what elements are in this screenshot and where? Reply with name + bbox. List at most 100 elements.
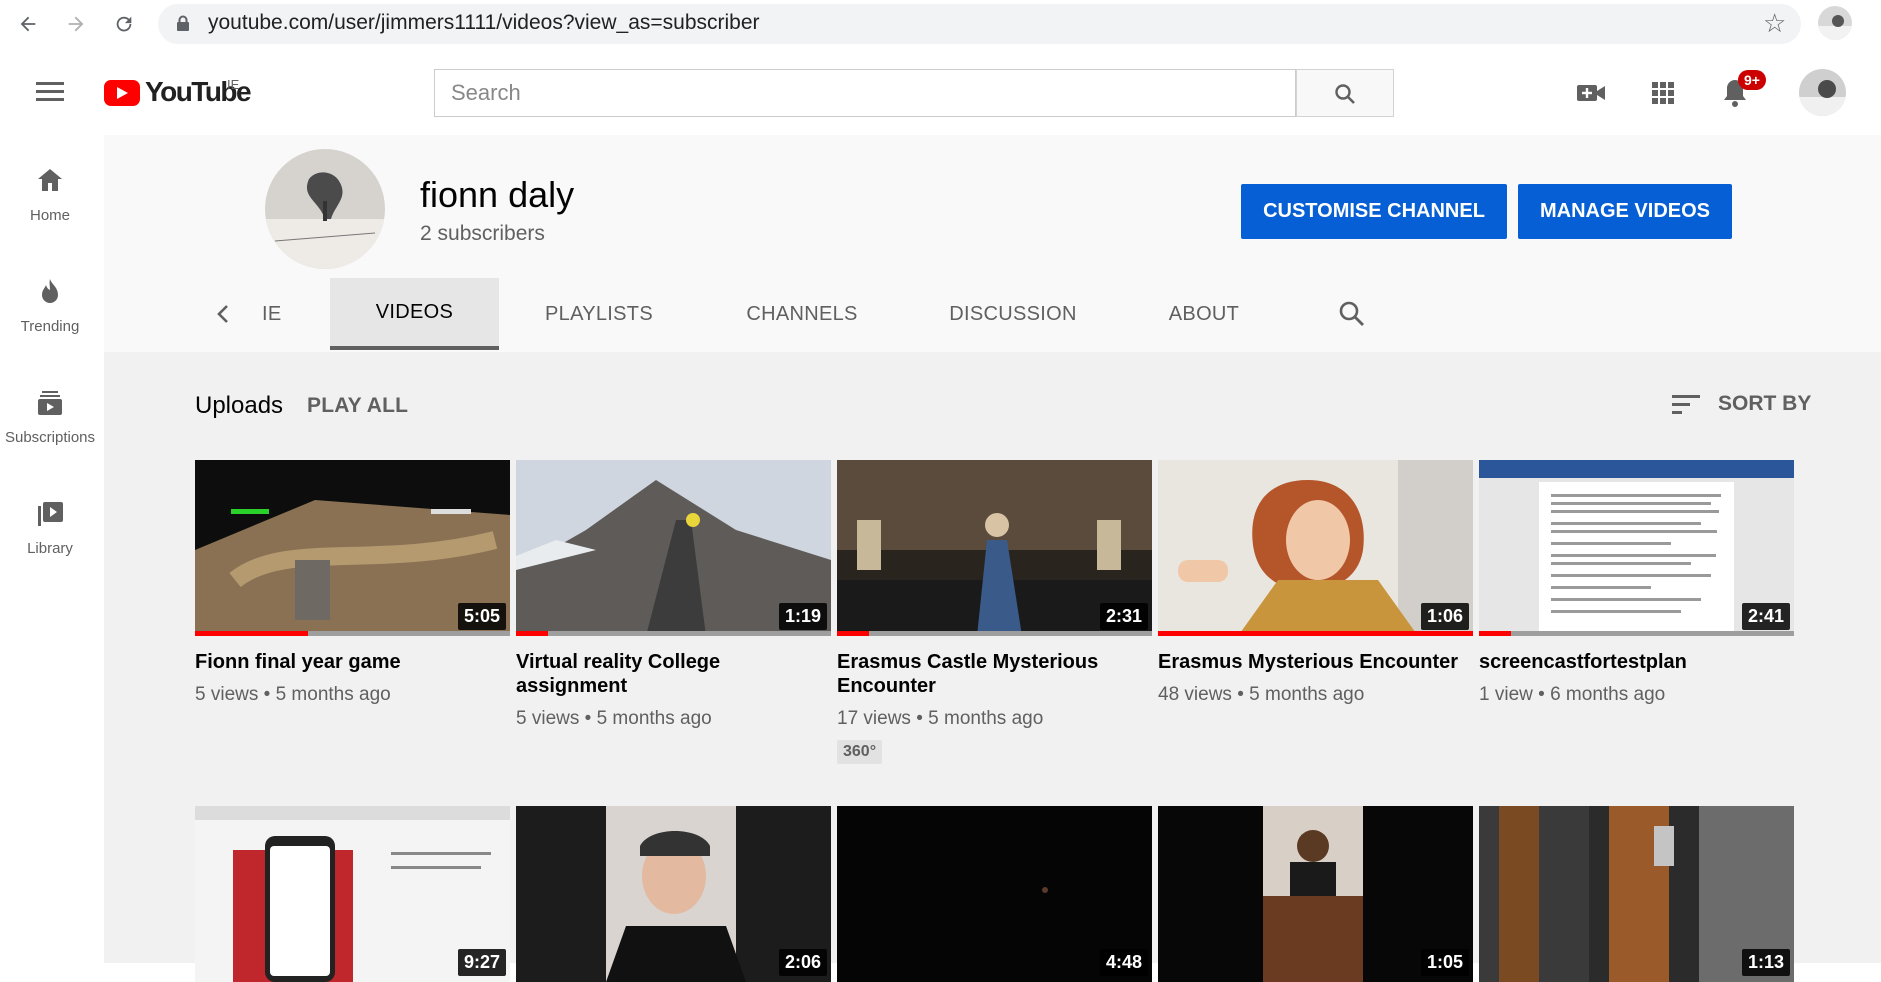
video-age: 5 months ago [596,708,712,729]
video-age: 5 months ago [1249,684,1365,705]
watch-progress-fill [837,631,869,636]
subscriber-count: 2 subscribers [420,222,545,245]
tab-videos[interactable]: VIDEOS [330,278,499,350]
sort-icon[interactable] [1672,393,1700,415]
video-card[interactable]: 1:19 Virtual reality College assignment … [516,460,831,730]
video-title[interactable]: screencastfortestplan [1479,650,1794,674]
sidebar-item-label: Home [29,207,70,224]
sidebar-item-label: Trending [20,318,80,335]
360-badge: 360° [837,740,883,764]
video-thumbnail[interactable]: 1:13 [1479,806,1794,982]
video-thumbnail[interactable]: 5:05 [195,460,510,636]
create-video-icon[interactable] [1574,76,1608,110]
watch-progress-fill [1158,631,1473,636]
video-metadata: 5 views • 5 months ago [516,708,712,729]
search-button[interactable] [1296,69,1394,117]
play-all-button[interactable]: PLAY ALL [307,394,408,418]
manage-videos-button[interactable]: MANAGE VIDEOS [1518,184,1732,239]
video-views: 48 views [1158,684,1232,705]
channel-search-icon[interactable] [1332,278,1372,350]
sort-by-button[interactable]: SORT BY [1718,392,1811,416]
video-card[interactable]: 1:06 Erasmus Mysterious Encounter 48 vie… [1158,460,1473,706]
hamburger-menu-icon[interactable] [36,82,64,102]
apps-grid-icon[interactable] [1646,76,1680,110]
watch-progress-fill [516,631,548,636]
youtube-logo-icon[interactable] [104,80,140,106]
video-title[interactable]: Erasmus Mysterious Encounter [1158,650,1473,674]
video-age: 5 months ago [928,708,1044,729]
video-card[interactable]: 2:41 screencastfortestplan 1 view • 6 mo… [1479,460,1794,706]
customise-channel-button[interactable]: CUSTOMISE CHANNEL [1241,184,1507,239]
channel-avatar[interactable] [265,149,385,269]
sidebar-item-label: Subscriptions [4,429,96,446]
video-age: 5 months ago [275,684,391,705]
video-title[interactable]: Fionn final year game [195,650,510,674]
video-views: 17 views [837,708,911,729]
video-views: 1 view [1479,684,1533,705]
sidebar-item-label: Library [27,540,73,557]
sidebar-item-home[interactable]: Home [0,165,100,224]
video-card[interactable]: 1:13 [1479,806,1794,982]
subscriptions-icon [38,391,62,415]
watch-progress-track [837,631,1152,636]
video-title[interactable]: Erasmus Castle Mysterious Encounter [837,650,1152,698]
watch-progress-fill [195,631,309,636]
video-age: 6 months ago [1550,684,1666,705]
tabs-scroll-left-icon[interactable] [208,278,238,350]
watch-progress-track [516,631,831,636]
search-icon [1335,84,1355,104]
video-thumbnail[interactable]: 2:41 [1479,460,1794,636]
watch-progress-track [195,631,510,636]
video-metadata: 5 views • 5 months ago [195,684,391,705]
video-card[interactable]: 2:31 Erasmus Castle Mysterious Encounter… [837,460,1152,764]
video-card[interactable]: 4:48 [837,806,1152,982]
uploads-title: Uploads [195,392,284,419]
library-icon [38,502,63,526]
browser-profile-avatar[interactable] [1818,6,1852,40]
tab-about[interactable]: ABOUT [1160,278,1248,350]
channel-name: fionn daly [420,174,575,215]
video-duration: 1:06 [1420,603,1469,630]
video-card[interactable]: 2:06 [516,806,831,982]
video-thumbnail[interactable]: 2:31 [837,460,1152,636]
lock-icon [176,15,190,31]
video-thumbnail[interactable]: 2:06 [516,806,831,982]
tab-channels[interactable]: CHANNELS [736,278,868,350]
url-text[interactable]: youtube.com/user/jimmers1111/videos?view… [208,11,760,35]
reload-icon[interactable] [108,8,140,40]
video-duration: 2:31 [1099,603,1148,630]
video-thumbnail[interactable]: 1:06 [1158,460,1473,636]
watch-progress-fill [1479,631,1511,636]
video-card[interactable]: 1:05 [1158,806,1473,982]
video-title[interactable]: Virtual reality College assignment [516,650,831,698]
sidebar-item-trending[interactable]: Trending [0,276,100,335]
video-views: 5 views [195,684,259,705]
video-duration: 1:19 [778,603,827,630]
video-duration: 2:41 [1741,603,1790,630]
home-icon [38,169,62,191]
video-views: 5 views [516,708,580,729]
sidebar-item-subscriptions[interactable]: Subscriptions [0,387,100,446]
country-code: IE [227,77,240,92]
search-input[interactable] [434,69,1296,117]
video-duration: 5:05 [457,603,506,630]
arrow-left-icon[interactable] [12,8,44,40]
arrow-right-icon[interactable] [60,8,92,40]
video-card[interactable]: 9:27 [195,806,510,982]
video-card[interactable]: 5:05 Fionn final year game 5 views • 5 m… [195,460,510,706]
tab-home-partial[interactable]: IE [262,278,286,350]
video-metadata: 1 view • 6 months ago [1479,684,1666,705]
video-thumbnail[interactable]: 9:27 [195,806,510,982]
tab-playlists[interactable]: PLAYLISTS [530,278,668,350]
bookmark-star-icon[interactable]: ☆ [1763,8,1786,39]
video-thumbnail[interactable]: 1:19 [516,460,831,636]
account-avatar[interactable] [1799,69,1846,116]
video-metadata: 17 views • 5 months ago [837,708,1044,729]
flame-icon [42,279,58,303]
notification-count-badge: 9+ [1738,70,1766,90]
video-thumbnail[interactable]: 1:05 [1158,806,1473,982]
sidebar-item-library[interactable]: Library [0,498,100,557]
video-thumbnail[interactable]: 4:48 [837,806,1152,982]
video-metadata: 48 views • 5 months ago [1158,684,1365,705]
tab-discussion[interactable]: DISCUSSION [942,278,1084,350]
